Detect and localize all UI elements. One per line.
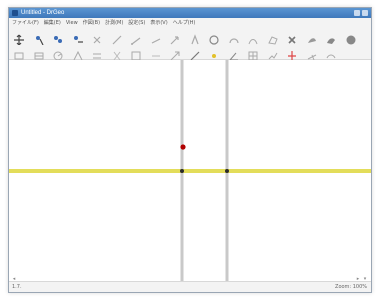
geometry-figure [9,60,371,284]
delete-icon[interactable] [286,31,298,44]
toolbar-secondary [9,45,371,61]
intersection-point-right[interactable] [225,169,229,173]
status-bar: 1.7. Zoom: 100% [9,281,371,292]
polygon-icon[interactable] [267,31,279,45]
menu-settings[interactable]: 設定(S) [128,18,145,29]
distance-icon[interactable] [150,47,162,59]
perpendicular-icon[interactable] [33,47,45,60]
parallel-icon[interactable] [13,47,25,60]
reflection-icon[interactable] [52,47,64,61]
bisector-icon[interactable] [286,47,298,61]
translation-icon[interactable] [91,47,103,59]
line-icon[interactable] [111,31,123,45]
equation-icon[interactable] [325,47,337,59]
midpoint-icon[interactable] [52,31,64,43]
intersection-icon[interactable] [72,31,84,43]
menu-help[interactable]: ヘルプ(H) [173,18,196,29]
compass-icon[interactable] [189,31,201,45]
title-bar: Untitled - DrGeo [9,8,371,18]
menu-file[interactable]: ファイル(F) [12,18,39,29]
minimize-button[interactable] [354,10,360,16]
circle-fill-icon[interactable] [345,31,357,45]
menu-bar: ファイル(F) 編集(E) View 作図(B) 計測(M) 設定(S) 表示(… [9,18,371,29]
toolbar-main [9,29,371,46]
script-icon[interactable] [267,47,279,60]
slope-icon[interactable] [169,47,181,61]
window-title: Untitled - DrGeo [21,10,65,16]
arc-icon[interactable] [228,31,240,44]
fill-icon[interactable] [306,31,318,43]
menu-view[interactable]: View [66,18,78,29]
pencil-icon[interactable] [189,47,201,61]
free-point[interactable] [180,144,186,150]
dot-icon[interactable] [208,47,220,59]
segment-icon[interactable] [150,31,162,44]
menu-measure[interactable]: 計測(M) [105,18,123,29]
scale-icon[interactable] [130,47,142,61]
menu-construct[interactable]: 作図(B) [83,18,100,29]
color-icon[interactable] [325,31,337,44]
move-icon[interactable] [13,31,25,46]
cross-icon[interactable] [91,31,103,44]
circle-icon[interactable] [208,31,220,45]
close-button[interactable] [362,10,368,16]
angle-icon[interactable] [228,47,240,61]
rotation-icon[interactable] [111,47,123,61]
app-window: Untitled - DrGeo ファイル(F) 編集(E) View 作図(B… [8,7,372,293]
vector-icon[interactable] [169,31,181,45]
zoom-level: Zoom: 100% [335,284,367,290]
drawing-canvas[interactable]: ◂ ▸ ▾ [9,60,371,284]
ray-icon[interactable] [130,31,142,45]
symmetry-icon[interactable] [72,47,84,61]
menu-display[interactable]: 表示(V) [150,18,167,29]
status-left-text: 1.7. [12,284,22,290]
table-icon[interactable] [247,47,259,61]
app-icon [12,10,18,16]
menu-edit[interactable]: 編集(E) [44,18,61,29]
vector-sum-icon[interactable] [306,47,318,61]
window-controls [354,10,368,16]
intersection-point-left[interactable] [180,169,184,173]
point-icon[interactable] [33,31,45,46]
locus-icon[interactable] [247,31,259,45]
